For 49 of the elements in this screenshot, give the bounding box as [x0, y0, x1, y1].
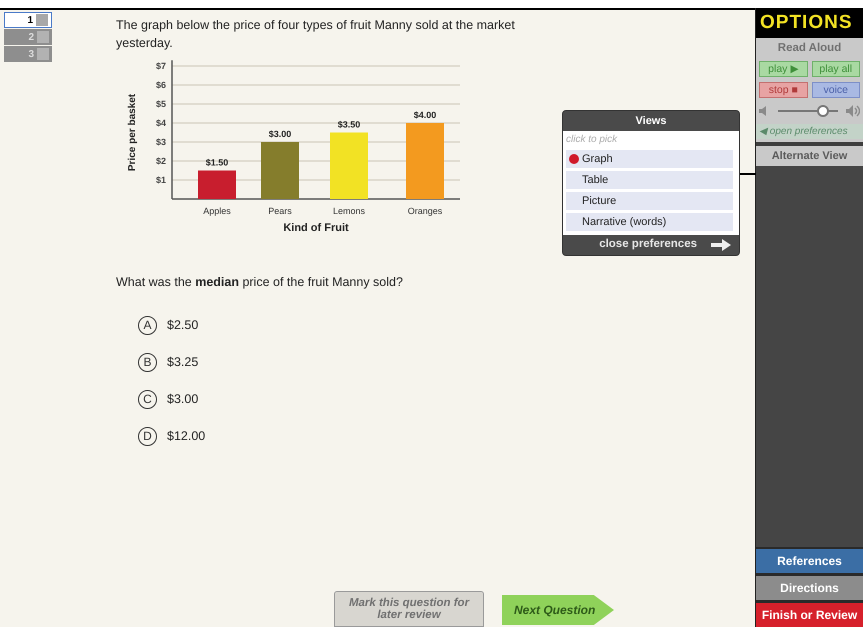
x-category-label: Oranges [408, 206, 442, 216]
answer-text: $3.00 [167, 390, 198, 408]
x-axis-title: Kind of Fruit [283, 222, 349, 234]
arrow-right-icon [711, 239, 731, 251]
bar-value-label: $4.00 [414, 110, 436, 120]
volume-high-icon [846, 105, 860, 118]
chart-bar [198, 170, 236, 199]
y-tick-label: $6 [156, 80, 166, 90]
mark-for-review-button[interactable]: Mark this question for later review [334, 591, 484, 627]
y-tick-label: $5 [156, 99, 166, 109]
popup-title: Views [634, 114, 668, 129]
y-tick-label: $7 [156, 61, 166, 71]
bar-value-label: $3.00 [268, 129, 292, 139]
view-option[interactable]: Table [566, 171, 733, 189]
side-menu-button[interactable]: Finish or Review [756, 603, 863, 627]
view-option[interactable]: Graph [566, 150, 733, 168]
read-aloud-title: Read Aloud [776, 41, 842, 56]
bar-value-label: $1.50 [206, 158, 228, 168]
x-category-label: Pears [268, 206, 292, 216]
view-option[interactable]: Picture [566, 192, 733, 210]
flag-icon [37, 48, 49, 60]
y-axis-title: Price per basket [127, 94, 138, 172]
side-menu-button[interactable]: References [756, 549, 863, 573]
x-category-label: Lemons [332, 206, 366, 216]
bar-value-label: $3.50 [338, 120, 360, 130]
close-preferences-button[interactable]: close preferences [563, 235, 739, 255]
alternate-view-header: Alternate View [756, 146, 863, 166]
side-menu-button[interactable]: Directions [756, 576, 863, 600]
question-text: What was the median price of the fruit Manny sold? [116, 274, 404, 291]
read-aloud-button[interactable]: voice [812, 82, 860, 98]
next-question-button[interactable]: Next Question [502, 595, 614, 625]
answer-text: $3.25 [167, 354, 198, 371]
question-tab[interactable]: 1 [4, 12, 52, 28]
answer-text: $2.50 [167, 316, 198, 334]
y-tick-label: $2 [156, 156, 166, 166]
y-tick-label: $1 [156, 175, 166, 185]
view-option[interactable]: Narrative (words) [566, 213, 733, 231]
chart-bar [261, 142, 299, 199]
flag-icon [36, 14, 48, 26]
y-tick-label: $4 [156, 118, 166, 128]
flag-icon [37, 31, 49, 43]
options-title: OPTIONS [756, 8, 863, 38]
answer-text: $12.00 [167, 428, 206, 445]
chart-bar [330, 132, 368, 199]
read-aloud-button[interactable]: stop ■ [759, 82, 808, 98]
y-tick-label: $3 [156, 137, 166, 147]
popup-hint: click to pick [566, 133, 618, 147]
x-category-label: Apples [203, 206, 231, 216]
question-prompt: The graph below the price of four types of fruit Manny sold at the market yesterday. [116, 17, 516, 52]
